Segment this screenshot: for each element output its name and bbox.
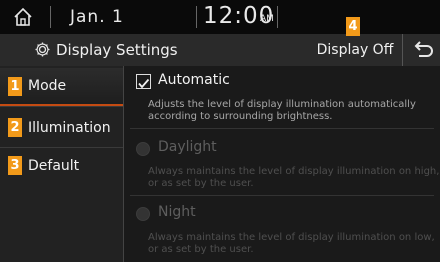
status-divider (50, 6, 51, 28)
home-icon[interactable] (12, 6, 34, 28)
clock-ampm: AM (260, 14, 274, 24)
checkmark-icon (138, 78, 150, 89)
option-description: Always maintains the level of display il… (148, 166, 440, 189)
mode-options-panel: Automatic Adjusts the level of display i… (124, 66, 440, 262)
status-divider (196, 6, 197, 28)
option-title: Daylight (158, 139, 217, 155)
automatic-checkbox[interactable] (136, 74, 151, 89)
option-description: Adjusts the level of display illuminatio… (148, 99, 416, 122)
back-arrow-icon (414, 41, 433, 57)
option-title: Automatic (158, 72, 230, 88)
date-label: Jan. 1 (70, 7, 124, 27)
settings-header: Display Settings Display Off (0, 34, 440, 66)
screen: Jan. 1 12:00 AM Display Settings Display… (0, 0, 440, 262)
back-button[interactable] (402, 34, 440, 66)
option-divider (130, 128, 434, 129)
status-divider (277, 6, 278, 28)
callout-badge-1: 1 (8, 77, 22, 96)
sidebar-item-label: Illumination (28, 120, 111, 136)
status-bar: Jan. 1 12:00 AM (0, 0, 440, 34)
option-description: Always maintains the level of display il… (148, 232, 435, 255)
callout-badge-4: 4 (346, 17, 360, 36)
sidebar-item-label: Default (28, 158, 80, 174)
display-off-button[interactable]: Display Off (308, 34, 402, 66)
callout-badge-3: 3 (8, 156, 22, 175)
sidebar-divider (0, 106, 124, 107)
sidebar-item-label: Mode (28, 78, 67, 94)
daylight-radio[interactable] (136, 142, 150, 156)
option-divider (130, 195, 434, 196)
night-radio[interactable] (136, 207, 150, 221)
option-title: Night (158, 204, 196, 220)
gear-icon (34, 41, 51, 58)
page-title: Display Settings (56, 41, 178, 59)
callout-badge-2: 2 (8, 118, 22, 137)
